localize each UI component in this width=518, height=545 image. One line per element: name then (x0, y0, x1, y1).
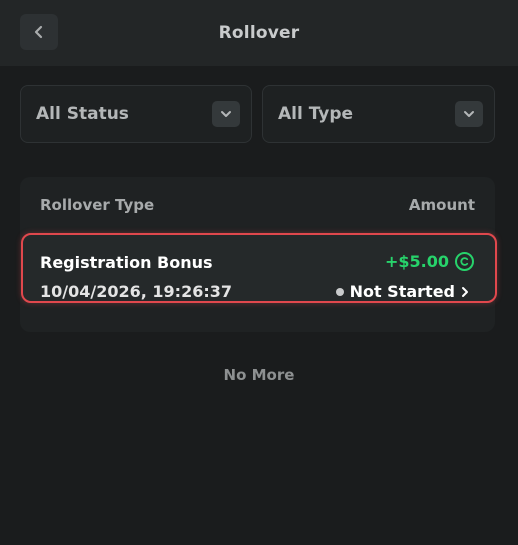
back-button[interactable] (20, 14, 58, 50)
type-filter-dropdown[interactable]: All Type (262, 85, 495, 143)
status-filter-dropdown[interactable]: All Status (20, 85, 252, 143)
header-bar: Rollover (0, 0, 518, 66)
chevron-down-icon (455, 101, 483, 127)
column-header-rollover-type: Rollover Type (40, 195, 155, 214)
status-dot-icon (335, 287, 344, 296)
column-header-amount: Amount (408, 195, 475, 214)
amount-value: +$5.00 (384, 252, 449, 271)
rollover-date: 10/04/2026, 19:26:37 (40, 282, 232, 301)
status-badge: Not Started (349, 282, 455, 301)
list-header: Rollover Type Amount (20, 177, 495, 232)
chevron-right-icon (462, 286, 468, 297)
rollover-type-label: Registration Bonus (40, 253, 213, 272)
rollover-amount: +$5.00 (385, 252, 474, 271)
bonus-coin-icon (455, 252, 474, 271)
table-row[interactable]: Registration Bonus 10/04/2026, 19:26:37 … (21, 233, 497, 303)
status-filter-value: All Status (36, 104, 129, 124)
chevron-left-icon (34, 25, 43, 39)
type-filter-value: All Type (278, 104, 354, 124)
status-link[interactable]: Not Started (335, 282, 470, 301)
chevron-down-icon (212, 101, 240, 127)
page-title: Rollover (218, 23, 300, 43)
no-more-label: No More (223, 366, 295, 384)
rollover-list: Rollover Type Amount Registration Bonus … (20, 177, 497, 332)
